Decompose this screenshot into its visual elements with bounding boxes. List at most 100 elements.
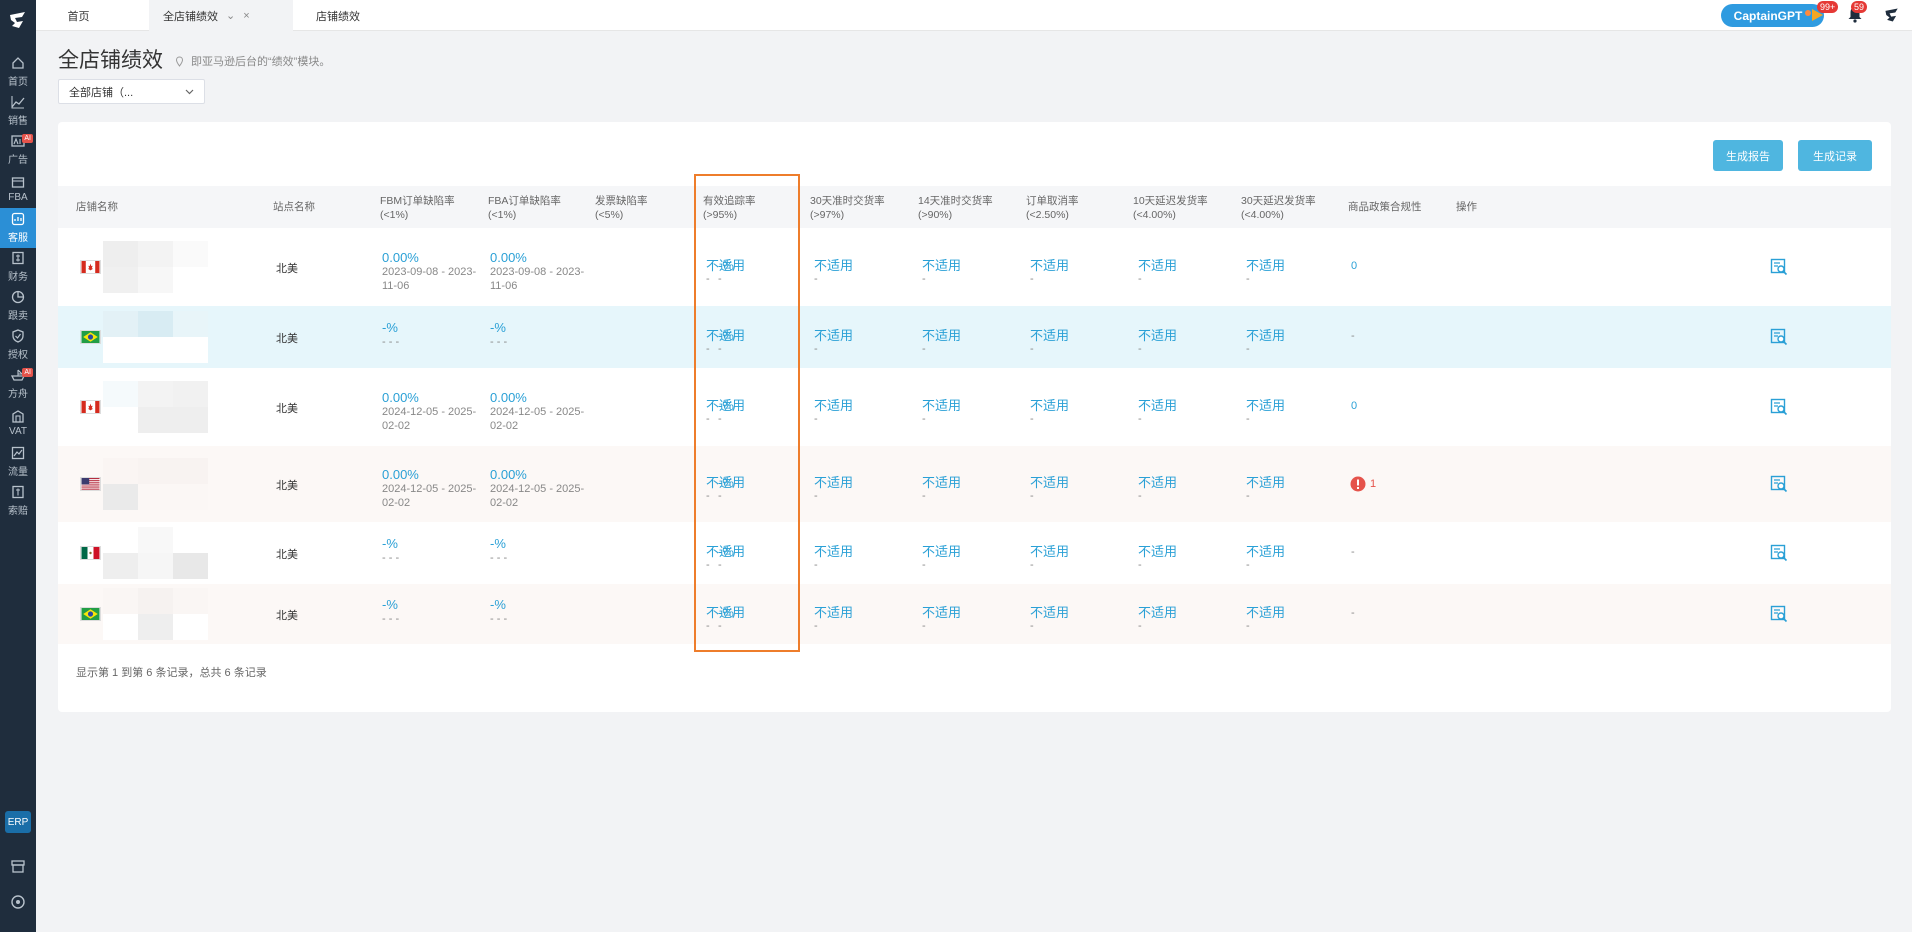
sidebar-item-6[interactable]: 跟卖 (0, 286, 36, 326)
table-row[interactable]: 北美 0.00% 2024-12-05 - 2025-02-02 0.00% 2024-… (58, 446, 1891, 522)
metric-cell: 不适用 - (1030, 398, 1069, 425)
view-details-icon[interactable] (1770, 605, 1788, 623)
not-applicable-value[interactable]: 不适用 (814, 544, 853, 559)
view-details-icon[interactable] (1770, 398, 1788, 416)
sidebar-item-11[interactable]: 索赔 (0, 481, 36, 521)
fba-defect-value[interactable]: -% (490, 597, 595, 612)
not-applicable-value[interactable]: 不适用 (1030, 258, 1069, 273)
chevron-down-icon[interactable]: ⌄ (226, 9, 235, 22)
fbm-defect-value[interactable]: -% (382, 597, 487, 612)
not-applicable-value[interactable]: 不适用 (1138, 605, 1177, 620)
view-details-icon[interactable] (1770, 328, 1788, 346)
not-applicable-value[interactable]: 不适用 (1246, 258, 1285, 273)
sidebar-item-4[interactable]: 客服 (0, 208, 36, 248)
page-hint: 即亚马逊后台的“绩效”模块。 (174, 53, 330, 69)
fbm-defect-value[interactable]: 0.00% (382, 390, 487, 405)
sidebar-item-7[interactable]: 授权 (0, 325, 36, 365)
close-icon[interactable]: × (243, 10, 249, 22)
not-applicable-value[interactable]: 不适用 (922, 258, 961, 273)
not-applicable-value[interactable]: 不适用 (1030, 398, 1069, 413)
fba-defect-value[interactable]: -% (490, 536, 595, 551)
view-details-icon[interactable] (1770, 544, 1788, 562)
not-applicable-value[interactable]: 不适用 (1030, 475, 1069, 490)
metric-sub: - (922, 620, 926, 632)
fba-defect-cell: -% - - - (490, 320, 595, 349)
table-row[interactable]: 北美 -% - - - -% - - - -% - 不适用 - 不适用 - 不适用 - 不适用 - 不适用 - 不… (58, 306, 1891, 368)
sidebar-item-5[interactable]: 财务 (0, 247, 36, 287)
not-applicable-value[interactable]: 不适用 (922, 475, 961, 490)
not-applicable-value[interactable]: 不适用 (1246, 475, 1285, 490)
not-applicable-value[interactable]: 不适用 (922, 605, 961, 620)
table-row[interactable]: 北美 -% - - - -% - - - -% - 不适用 - 不适用 - 不适用 - 不适用 - 不适用 - 不… (58, 584, 1891, 644)
fba-defect-value[interactable]: -% (490, 320, 595, 335)
policy-compliance-cell[interactable]: 0 (1351, 400, 1357, 412)
sidebar-item-8[interactable]: 方舟 AI (0, 364, 36, 404)
not-applicable-value[interactable]: 不适用 (922, 544, 961, 559)
table-row[interactable]: 北美 0.00% 2024-12-05 - 2025-02-02 0.00% 2024-… (58, 368, 1891, 446)
sidebar-item-10[interactable]: 流量 (0, 442, 36, 482)
sidebar-item-3[interactable]: FBA (0, 169, 36, 209)
store-icon[interactable] (0, 852, 36, 880)
sidebar-item-1[interactable]: 销售 (0, 91, 36, 131)
not-applicable-value[interactable]: 不适用 (814, 328, 853, 343)
table-row[interactable]: 北美 0.00% 2023-09-08 - 2023-11-06 0.00% 2023-… (58, 228, 1891, 306)
not-applicable-value[interactable]: 不适用 (1138, 544, 1177, 559)
not-applicable-value[interactable]: 不适用 (1030, 328, 1069, 343)
fba-defect-value[interactable]: 0.00% (490, 390, 595, 405)
vat-icon (12, 410, 24, 423)
erp-button[interactable]: ERP (5, 811, 31, 833)
tab-all-store-performance[interactable]: 全店铺绩效 ⌄ × (149, 0, 293, 31)
not-applicable-value[interactable]: 不适用 (814, 258, 853, 273)
not-applicable-value[interactable]: 不适用 (1246, 328, 1285, 343)
not-applicable-value[interactable]: 不适用 (922, 398, 961, 413)
generate-records-button[interactable]: 生成记录 (1798, 140, 1872, 171)
column-header-2: FBM订单缺陷率 (<1%) (380, 194, 455, 222)
metric-sub: - (922, 490, 926, 502)
not-applicable-value[interactable]: 不适用 (1138, 258, 1177, 273)
not-applicable-value[interactable]: 不适用 (814, 605, 853, 620)
fbm-date-range: - - - (382, 613, 400, 625)
table-row[interactable]: 北美 -% - - - -% - - - -% - 不适用 - 不适用 - 不适用 - 不适用 - 不适用 - 不… (58, 522, 1891, 584)
column-header-3: FBA订单缺陷率 (<1%) (488, 194, 561, 222)
fba-defect-value[interactable]: 0.00% (490, 467, 595, 482)
policy-compliance-cell[interactable]: 0 (1351, 260, 1357, 272)
tab-home[interactable]: 首页 (36, 0, 121, 31)
site-name: 北美 (276, 333, 298, 345)
not-applicable-value[interactable]: 不适用 (1138, 398, 1177, 413)
sidebar-item-2[interactable]: 广告 AI (0, 130, 36, 170)
sidebar-item-0[interactable]: 首页 (0, 52, 36, 92)
not-applicable-value[interactable]: 不适用 (1246, 398, 1285, 413)
generate-report-button[interactable]: 生成报告 (1713, 140, 1783, 171)
fba-defect-value[interactable]: 0.00% (490, 250, 595, 265)
metric-cell: 不适用 - (1030, 605, 1069, 632)
sidebar-item-label: 流量 (8, 467, 28, 478)
not-applicable-value[interactable]: 不适用 (1246, 605, 1285, 620)
store-name-redacted (103, 588, 208, 640)
not-applicable-value[interactable]: 不适用 (1246, 544, 1285, 559)
view-details-icon[interactable] (1770, 258, 1788, 276)
fbm-defect-value[interactable]: -% (382, 320, 487, 335)
not-applicable-value[interactable]: 不适用 (922, 328, 961, 343)
tab-store-performance[interactable]: 店铺绩效 (293, 0, 383, 31)
metric-sub: - (1138, 343, 1142, 355)
fbm-defect-value[interactable]: -% (382, 536, 487, 551)
metric-cell: 不适用 - (814, 398, 853, 425)
not-applicable-value[interactable]: 不适用 (1030, 544, 1069, 559)
metric-sub: - (1246, 343, 1250, 355)
view-details-icon[interactable] (1770, 475, 1788, 493)
user-avatar-icon[interactable] (1883, 6, 1901, 27)
support-icon[interactable] (0, 888, 36, 916)
not-applicable-value[interactable]: 不适用 (814, 475, 853, 490)
store-select[interactable]: 全部店铺（... (58, 79, 205, 104)
not-applicable-value[interactable]: 不适用 (1138, 328, 1177, 343)
policy-compliance-cell[interactable]: 1 (1350, 476, 1376, 492)
column-header-label: 店铺名称 (76, 201, 118, 213)
not-applicable-value[interactable]: 不适用 (1138, 475, 1177, 490)
sidebar-item-9[interactable]: VAT (0, 403, 36, 443)
not-applicable-value[interactable]: 不适用 (1030, 605, 1069, 620)
fbm-defect-value[interactable]: 0.00% (382, 250, 487, 265)
fbm-defect-value[interactable]: 0.00% (382, 467, 487, 482)
site-name: 北美 (276, 610, 298, 622)
app-logo[interactable] (0, 0, 36, 40)
not-applicable-value[interactable]: 不适用 (814, 398, 853, 413)
